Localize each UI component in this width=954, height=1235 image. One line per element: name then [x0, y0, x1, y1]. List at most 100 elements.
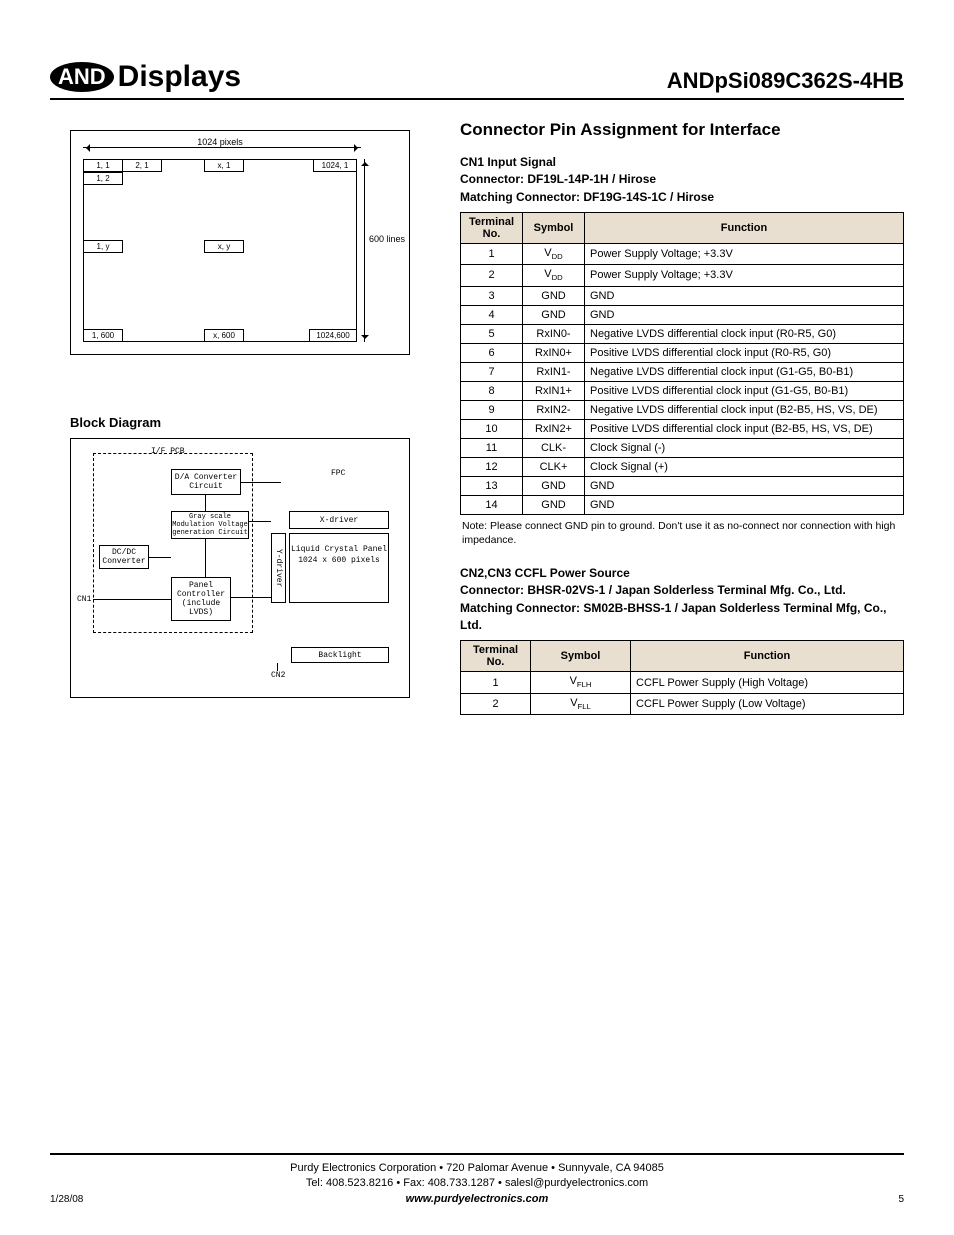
logo: AND Displays [50, 60, 241, 94]
table-row: 1VDDPower Supply Voltage; +3.3V [461, 244, 904, 265]
cell: x, 600 [204, 329, 244, 342]
col-symbol: Symbol [523, 213, 585, 244]
terminal-no: 14 [461, 495, 523, 514]
arrow-vertical-icon [364, 159, 365, 342]
logo-badge: AND [50, 62, 114, 92]
cell: 1, y [83, 240, 123, 253]
footer-url: www.purdyelectronics.com [50, 1192, 904, 1207]
x-driver-box: X-driver [289, 511, 389, 529]
function: GND [585, 476, 904, 495]
block-diagram: I/F PCB D/A Converter Circuit FPC X-driv… [70, 438, 410, 698]
table-header-row: Terminal No. Symbol Function [461, 213, 904, 244]
symbol: CLK- [523, 438, 585, 457]
cn1-heading: CN1 Input Signal Connector: DF19L-14P-1H… [460, 154, 904, 206]
part-number: ANDpSi089C362S-4HB [667, 68, 904, 94]
col-terminal: Terminal No. [461, 213, 523, 244]
terminal-no: 1 [461, 672, 531, 693]
symbol: VFLL [531, 693, 631, 714]
cn1-pin-table: Terminal No. Symbol Function 1VDDPower S… [460, 212, 904, 514]
cn23-pin-table: Terminal No. Symbol Function 1VFLHCCFL P… [460, 640, 904, 714]
terminal-no: 11 [461, 438, 523, 457]
cell: 1, 2 [83, 172, 123, 185]
arrow-horizontal-icon [83, 147, 361, 148]
connector-line [231, 597, 271, 598]
block-diagram-title: Block Diagram [70, 415, 430, 430]
terminal-no: 4 [461, 305, 523, 324]
col-function: Function [631, 641, 904, 672]
table-row: 10RxIN2+Positive LVDS differential clock… [461, 419, 904, 438]
connector-line [277, 663, 278, 671]
right-column: Connector Pin Assignment for Interface C… [460, 120, 904, 715]
table-row: 12CLK+Clock Signal (+) [461, 457, 904, 476]
function: Power Supply Voltage; +3.3V [585, 244, 904, 265]
cell: 1, 600 [83, 329, 123, 342]
function: GND [585, 305, 904, 324]
footer-page: 5 [898, 1193, 904, 1207]
symbol: GND [523, 495, 585, 514]
col-symbol: Symbol [531, 641, 631, 672]
lcd-panel-box: Liquid Crystal Panel 1024 x 600 pixels [289, 533, 389, 603]
page-footer: Purdy Electronics Corporation • 720 Palo… [50, 1153, 904, 1207]
table-header-row: Terminal No. Symbol Function [461, 641, 904, 672]
table-row: 5RxIN0-Negative LVDS differential clock … [461, 324, 904, 343]
symbol: GND [523, 305, 585, 324]
symbol: GND [523, 286, 585, 305]
cell: x, 1 [204, 159, 244, 172]
table-row: 6RxIN0+Positive LVDS differential clock … [461, 343, 904, 362]
footer-line1: Purdy Electronics Corporation • 720 Palo… [50, 1161, 904, 1176]
terminal-no: 6 [461, 343, 523, 362]
cn23-title-line2: Connector: BHSR-02VS-1 / Japan Solderles… [460, 582, 904, 599]
pixel-grid: 1, 1 2, 1 x, 1 1024, 1 1, 2 1, y x, y 1,… [83, 159, 357, 342]
function: Positive LVDS differential clock input (… [585, 343, 904, 362]
panel-controller-box: Panel Controller (include LVDS) [171, 577, 231, 621]
function: Negative LVDS differential clock input (… [585, 362, 904, 381]
cn1-note: Note: Please connect GND pin to ground. … [462, 519, 902, 547]
table-row: 4GNDGND [461, 305, 904, 324]
connector-line [205, 495, 206, 511]
table-row: 8RxIN1+Positive LVDS differential clock … [461, 381, 904, 400]
symbol: RxIN0- [523, 324, 585, 343]
symbol: RxIN2- [523, 400, 585, 419]
cn23-title-line3: Matching Connector: SM02B-BHSS-1 / Japan… [460, 600, 904, 635]
function: Negative LVDS differential clock input (… [585, 324, 904, 343]
footer-date: 1/28/08 [50, 1193, 83, 1207]
page-header: AND Displays ANDpSi089C362S-4HB [50, 60, 904, 100]
symbol: RxIN2+ [523, 419, 585, 438]
backlight-box: Backlight [291, 647, 389, 663]
terminal-no: 1 [461, 244, 523, 265]
symbol: RxIN1+ [523, 381, 585, 400]
terminal-no: 9 [461, 400, 523, 419]
function: Positive LVDS differential clock input (… [585, 381, 904, 400]
col-terminal: Terminal No. [461, 641, 531, 672]
lcd-panel-line2: 1024 x 600 pixels [290, 555, 388, 566]
table-row: 1VFLHCCFL Power Supply (High Voltage) [461, 672, 904, 693]
terminal-no: 2 [461, 693, 531, 714]
cell: x, y [204, 240, 244, 253]
cn1-title-line1: CN1 Input Signal [460, 154, 904, 171]
function: Positive LVDS differential clock input (… [585, 419, 904, 438]
dcdc-box: DC/DC Converter [99, 545, 149, 569]
table-row: 2VDDPower Supply Voltage; +3.3V [461, 265, 904, 286]
terminal-no: 13 [461, 476, 523, 495]
cn1-label: CN1 [77, 595, 91, 604]
symbol: VDD [523, 265, 585, 286]
symbol: RxIN0+ [523, 343, 585, 362]
symbol: RxIN1- [523, 362, 585, 381]
terminal-no: 7 [461, 362, 523, 381]
if-pcb-label: I/F PCB [151, 447, 185, 456]
section-title: Connector Pin Assignment for Interface [460, 120, 904, 140]
connector-line [249, 521, 271, 522]
footer-line2: Tel: 408.523.8216 • Fax: 408.733.1287 • … [50, 1176, 904, 1191]
function: Clock Signal (+) [585, 457, 904, 476]
cn23-heading: CN2,CN3 CCFL Power Source Connector: BHS… [460, 565, 904, 635]
function: Clock Signal (-) [585, 438, 904, 457]
symbol: VFLH [531, 672, 631, 693]
symbol: GND [523, 476, 585, 495]
lcd-panel-line1: Liquid Crystal Panel [290, 544, 388, 555]
pixel-height-label: 600 lines [369, 234, 405, 244]
table-row: 3GNDGND [461, 286, 904, 305]
terminal-no: 5 [461, 324, 523, 343]
cn1-title-line2: Connector: DF19L-14P-1H / Hirose [460, 171, 904, 188]
terminal-no: 12 [461, 457, 523, 476]
cn23-title-line1: CN2,CN3 CCFL Power Source [460, 565, 904, 582]
